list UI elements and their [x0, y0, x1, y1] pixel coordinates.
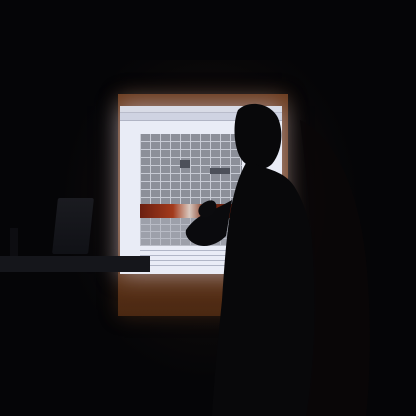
photo-scene — [0, 0, 416, 416]
presenter-silhouette — [185, 103, 370, 416]
presenter-head — [234, 103, 282, 169]
presenter-body — [212, 160, 317, 416]
